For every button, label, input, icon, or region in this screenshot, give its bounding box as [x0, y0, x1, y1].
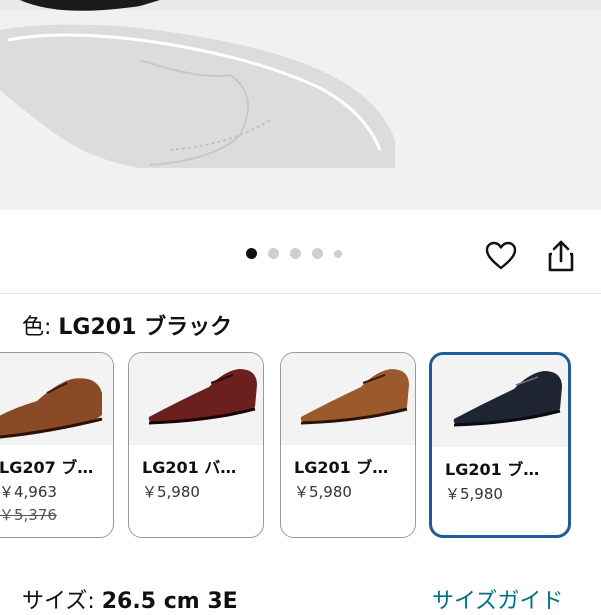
color-swatch[interactable]: LG207 ブ… ￥4,963 ￥5,376 [0, 352, 114, 538]
size-label: サイズ: [22, 589, 102, 614]
swatch-image [129, 353, 263, 445]
color-label: 色: [22, 315, 59, 340]
size-guide-link[interactable]: サイズガイド [432, 583, 563, 615]
pagination-dot[interactable] [290, 248, 301, 259]
swatch-name: LG207 ブ… [0, 458, 94, 477]
shoe-image [0, 0, 601, 168]
color-swatch[interactable]: LG201 ブ… ￥5,980 [280, 352, 416, 538]
swatch-list-price: ￥5,376 [0, 506, 57, 524]
swatch-price: ￥4,963 [0, 483, 57, 501]
swatch-image [0, 353, 113, 445]
heart-icon [485, 241, 517, 270]
shoe-thumbnail [453, 371, 562, 427]
swatch-price: ￥5,980 [294, 483, 352, 501]
swatch-image [432, 355, 568, 447]
pagination-dot[interactable] [312, 248, 323, 259]
swatch-image [281, 353, 415, 445]
swatch-price: ￥5,980 [445, 485, 503, 503]
pagination-dot[interactable] [268, 248, 279, 259]
color-swatch[interactable]: LG201 バ… ￥5,980 [128, 352, 264, 538]
gallery-pagination[interactable] [246, 248, 342, 259]
pagination-dot[interactable] [334, 249, 342, 258]
selected-color: 色: LG201 ブラック [22, 312, 232, 344]
share-button[interactable] [543, 238, 579, 274]
share-icon [548, 240, 574, 272]
swatch-name: LG201 ブ… [445, 460, 540, 479]
section-divider [0, 293, 601, 294]
pagination-dot[interactable] [246, 248, 257, 259]
product-image-gallery[interactable] [0, 0, 601, 210]
swatch-name: LG201 ブ… [294, 458, 389, 477]
shoe-thumbnail [300, 369, 409, 425]
shoe-thumbnail [148, 369, 257, 425]
swatch-name: LG201 バ… [142, 458, 237, 477]
swatch-price: ￥5,980 [142, 483, 200, 501]
size-value: 26.5 cm 3E [101, 589, 238, 614]
shoe-thumbnail [0, 378, 103, 439]
selected-size: サイズ: 26.5 cm 3E [22, 583, 238, 615]
color-swatch-selected[interactable]: LG201 ブ… ￥5,980 [429, 352, 571, 538]
wishlist-button[interactable] [483, 238, 519, 274]
color-value: LG201 ブラック [58, 315, 233, 340]
